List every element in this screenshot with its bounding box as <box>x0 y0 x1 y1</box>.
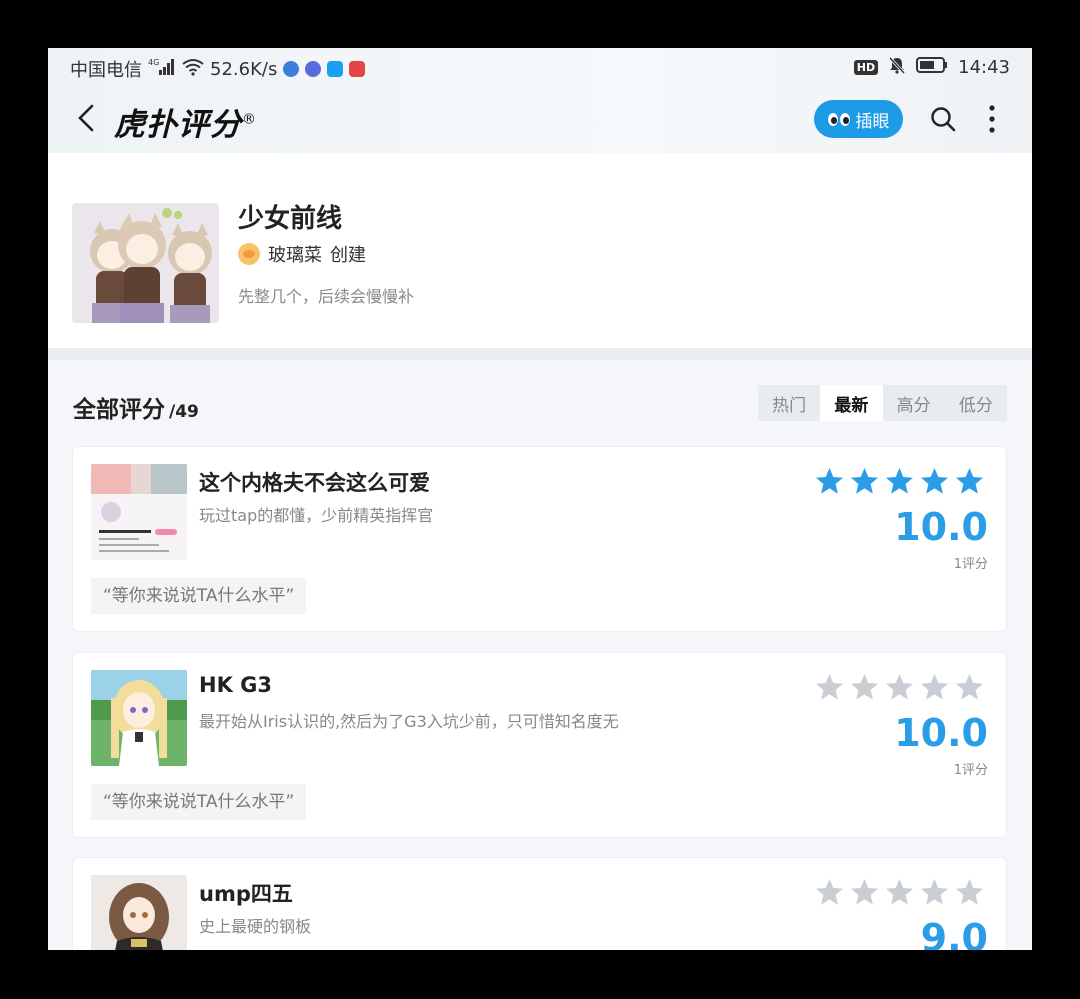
status-left: 中国电信 4G 52.6K/s <box>70 56 366 82</box>
search-icon <box>931 107 956 132</box>
rating-count: 1评分 <box>953 557 988 572</box>
star-rating[interactable] <box>815 673 984 702</box>
tab-high-score[interactable]: 高分 <box>883 385 945 421</box>
rating-name: 这个内格夫不会这么可爱 <box>199 471 430 495</box>
creator-avatar <box>238 243 260 265</box>
reader-app-icon <box>349 61 366 77</box>
logo-text: 虎扑评分 <box>114 107 242 143</box>
section-title-text: 全部评分 <box>73 397 165 423</box>
rating-name: HK G3 <box>199 673 273 697</box>
rating-desc: 最开始从Iris认识的,然后为了G3入坑少前，只可惜知名度无 <box>199 712 619 731</box>
network-speed: 52.6K/s <box>210 58 278 80</box>
app-logo: 虎扑评分® <box>114 99 257 144</box>
rating-score: 10.0 <box>894 505 988 549</box>
star-icon <box>816 674 843 700</box>
tab-low-score[interactable]: 低分 <box>945 385 1007 421</box>
search-button[interactable] <box>930 106 956 132</box>
more-menu-button[interactable] <box>982 103 1002 135</box>
rating-card[interactable]: 这个内格夫不会这么可爱 玩过tap的都懂，少前精英指挥官 10.0 1评分 “等… <box>72 446 1007 632</box>
browser-app-icon <box>283 61 300 77</box>
ratings-section-title: 全部评分/49 <box>73 390 199 424</box>
sort-tabs: 热门 最新 高分 低分 <box>758 385 1007 421</box>
rating-thumbnail <box>91 670 187 766</box>
star-icon <box>886 879 913 905</box>
rating-card[interactable]: ump四五 史上最硬的钢板 9.0 <box>72 857 1007 950</box>
music-app-icon <box>305 61 322 77</box>
comment-prompt[interactable]: “等你来说说TA什么水平” <box>91 784 307 820</box>
status-right: HD 14:43 <box>853 56 1010 79</box>
rating-thumbnail <box>91 875 187 950</box>
creator-row[interactable]: 玻璃菜 创建 <box>238 241 366 267</box>
list-info-card: 少女前线 玻璃菜 创建 先整几个，后续会慢慢补 <box>48 153 1032 348</box>
creator-name: 玻璃菜 <box>268 245 322 266</box>
star-icon <box>956 468 983 494</box>
signal-icon: 4G <box>148 58 176 81</box>
rating-card[interactable]: HK G3 最开始从Iris认识的,然后为了G3入坑少前，只可惜知名度无 10.… <box>72 652 1007 838</box>
section-divider <box>48 348 1032 360</box>
star-icon <box>816 879 843 905</box>
rating-score: 10.0 <box>894 711 988 755</box>
chevron-left-icon <box>78 104 94 132</box>
rating-score: 9.0 <box>920 916 988 950</box>
list-cover-image <box>72 203 219 323</box>
svg-text:4G: 4G <box>148 58 159 67</box>
carrier-label: 中国电信 <box>70 60 142 81</box>
star-icon <box>886 468 913 494</box>
star-icon <box>956 879 983 905</box>
peek-button[interactable]: 插眼 <box>814 100 903 138</box>
comment-prompt[interactable]: “等你来说说TA什么水平” <box>91 578 307 614</box>
registered-mark: ® <box>242 111 257 128</box>
star-icon <box>956 674 983 700</box>
star-icon <box>851 879 878 905</box>
ratings-count: /49 <box>169 402 199 422</box>
star-rating[interactable] <box>815 878 984 907</box>
star-icon <box>921 674 948 700</box>
eyes-icon <box>827 112 850 126</box>
clock: 14:43 <box>958 57 1010 78</box>
tab-hot[interactable]: 热门 <box>758 385 820 421</box>
star-icon <box>851 468 878 494</box>
star-icon <box>921 879 948 905</box>
rating-desc: 玩过tap的都懂，少前精英指挥官 <box>199 506 434 525</box>
tab-latest[interactable]: 最新 <box>820 385 883 421</box>
rating-thumbnail <box>91 464 187 560</box>
peek-label: 插眼 <box>855 111 890 132</box>
list-title: 少女前线 <box>238 204 343 234</box>
app-header: 虎扑评分® 插眼 <box>48 93 1032 153</box>
star-icon <box>921 468 948 494</box>
star-icon <box>886 674 913 700</box>
battery-icon <box>916 56 948 79</box>
creator-action: 创建 <box>330 245 366 266</box>
hd-icon: HD <box>853 60 879 75</box>
list-description: 先整几个，后续会慢慢补 <box>238 287 415 306</box>
mute-bell-icon <box>888 56 906 79</box>
star-icon <box>816 468 843 494</box>
more-vertical-icon <box>989 105 995 133</box>
star-icon <box>851 674 878 700</box>
rating-count: 1评分 <box>953 763 988 778</box>
status-bar: 中国电信 4G 52.6K/s HD 14:43 <box>48 48 1032 86</box>
app-screen: 中国电信 4G 52.6K/s HD 14:43 虎扑评分® 插眼 少女前线 玻… <box>48 48 1032 950</box>
rating-name: ump四五 <box>199 882 293 906</box>
back-button[interactable] <box>76 103 102 139</box>
wifi-icon <box>182 58 204 81</box>
search-app-icon <box>327 61 344 77</box>
rating-desc: 史上最硬的钢板 <box>199 917 312 936</box>
star-rating[interactable] <box>815 467 984 496</box>
